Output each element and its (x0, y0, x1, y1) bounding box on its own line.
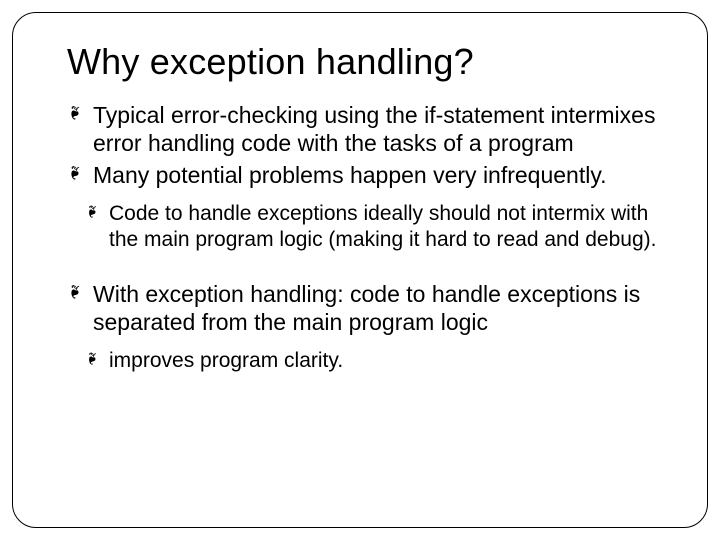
bullet-item: With exception handling: code to handle … (67, 280, 663, 336)
bullet-list-1: Typical error-checking using the if-stat… (67, 101, 663, 189)
sub-bullet-item: Code to handle exceptions ideally should… (85, 201, 663, 252)
bullet-item: Many potential problems happen very infr… (67, 161, 663, 189)
bullet-list-2: With exception handling: code to handle … (67, 280, 663, 336)
spacer (67, 266, 663, 280)
slide-title: Why exception handling? (67, 41, 663, 83)
bullet-item: Typical error-checking using the if-stat… (67, 101, 663, 157)
sub-bullet-list-2: improves program clarity. (85, 348, 663, 374)
slide-frame: Why exception handling? Typical error-ch… (12, 12, 708, 528)
sub-bullet-item: improves program clarity. (85, 348, 663, 374)
sub-bullet-list-1: Code to handle exceptions ideally should… (85, 201, 663, 252)
